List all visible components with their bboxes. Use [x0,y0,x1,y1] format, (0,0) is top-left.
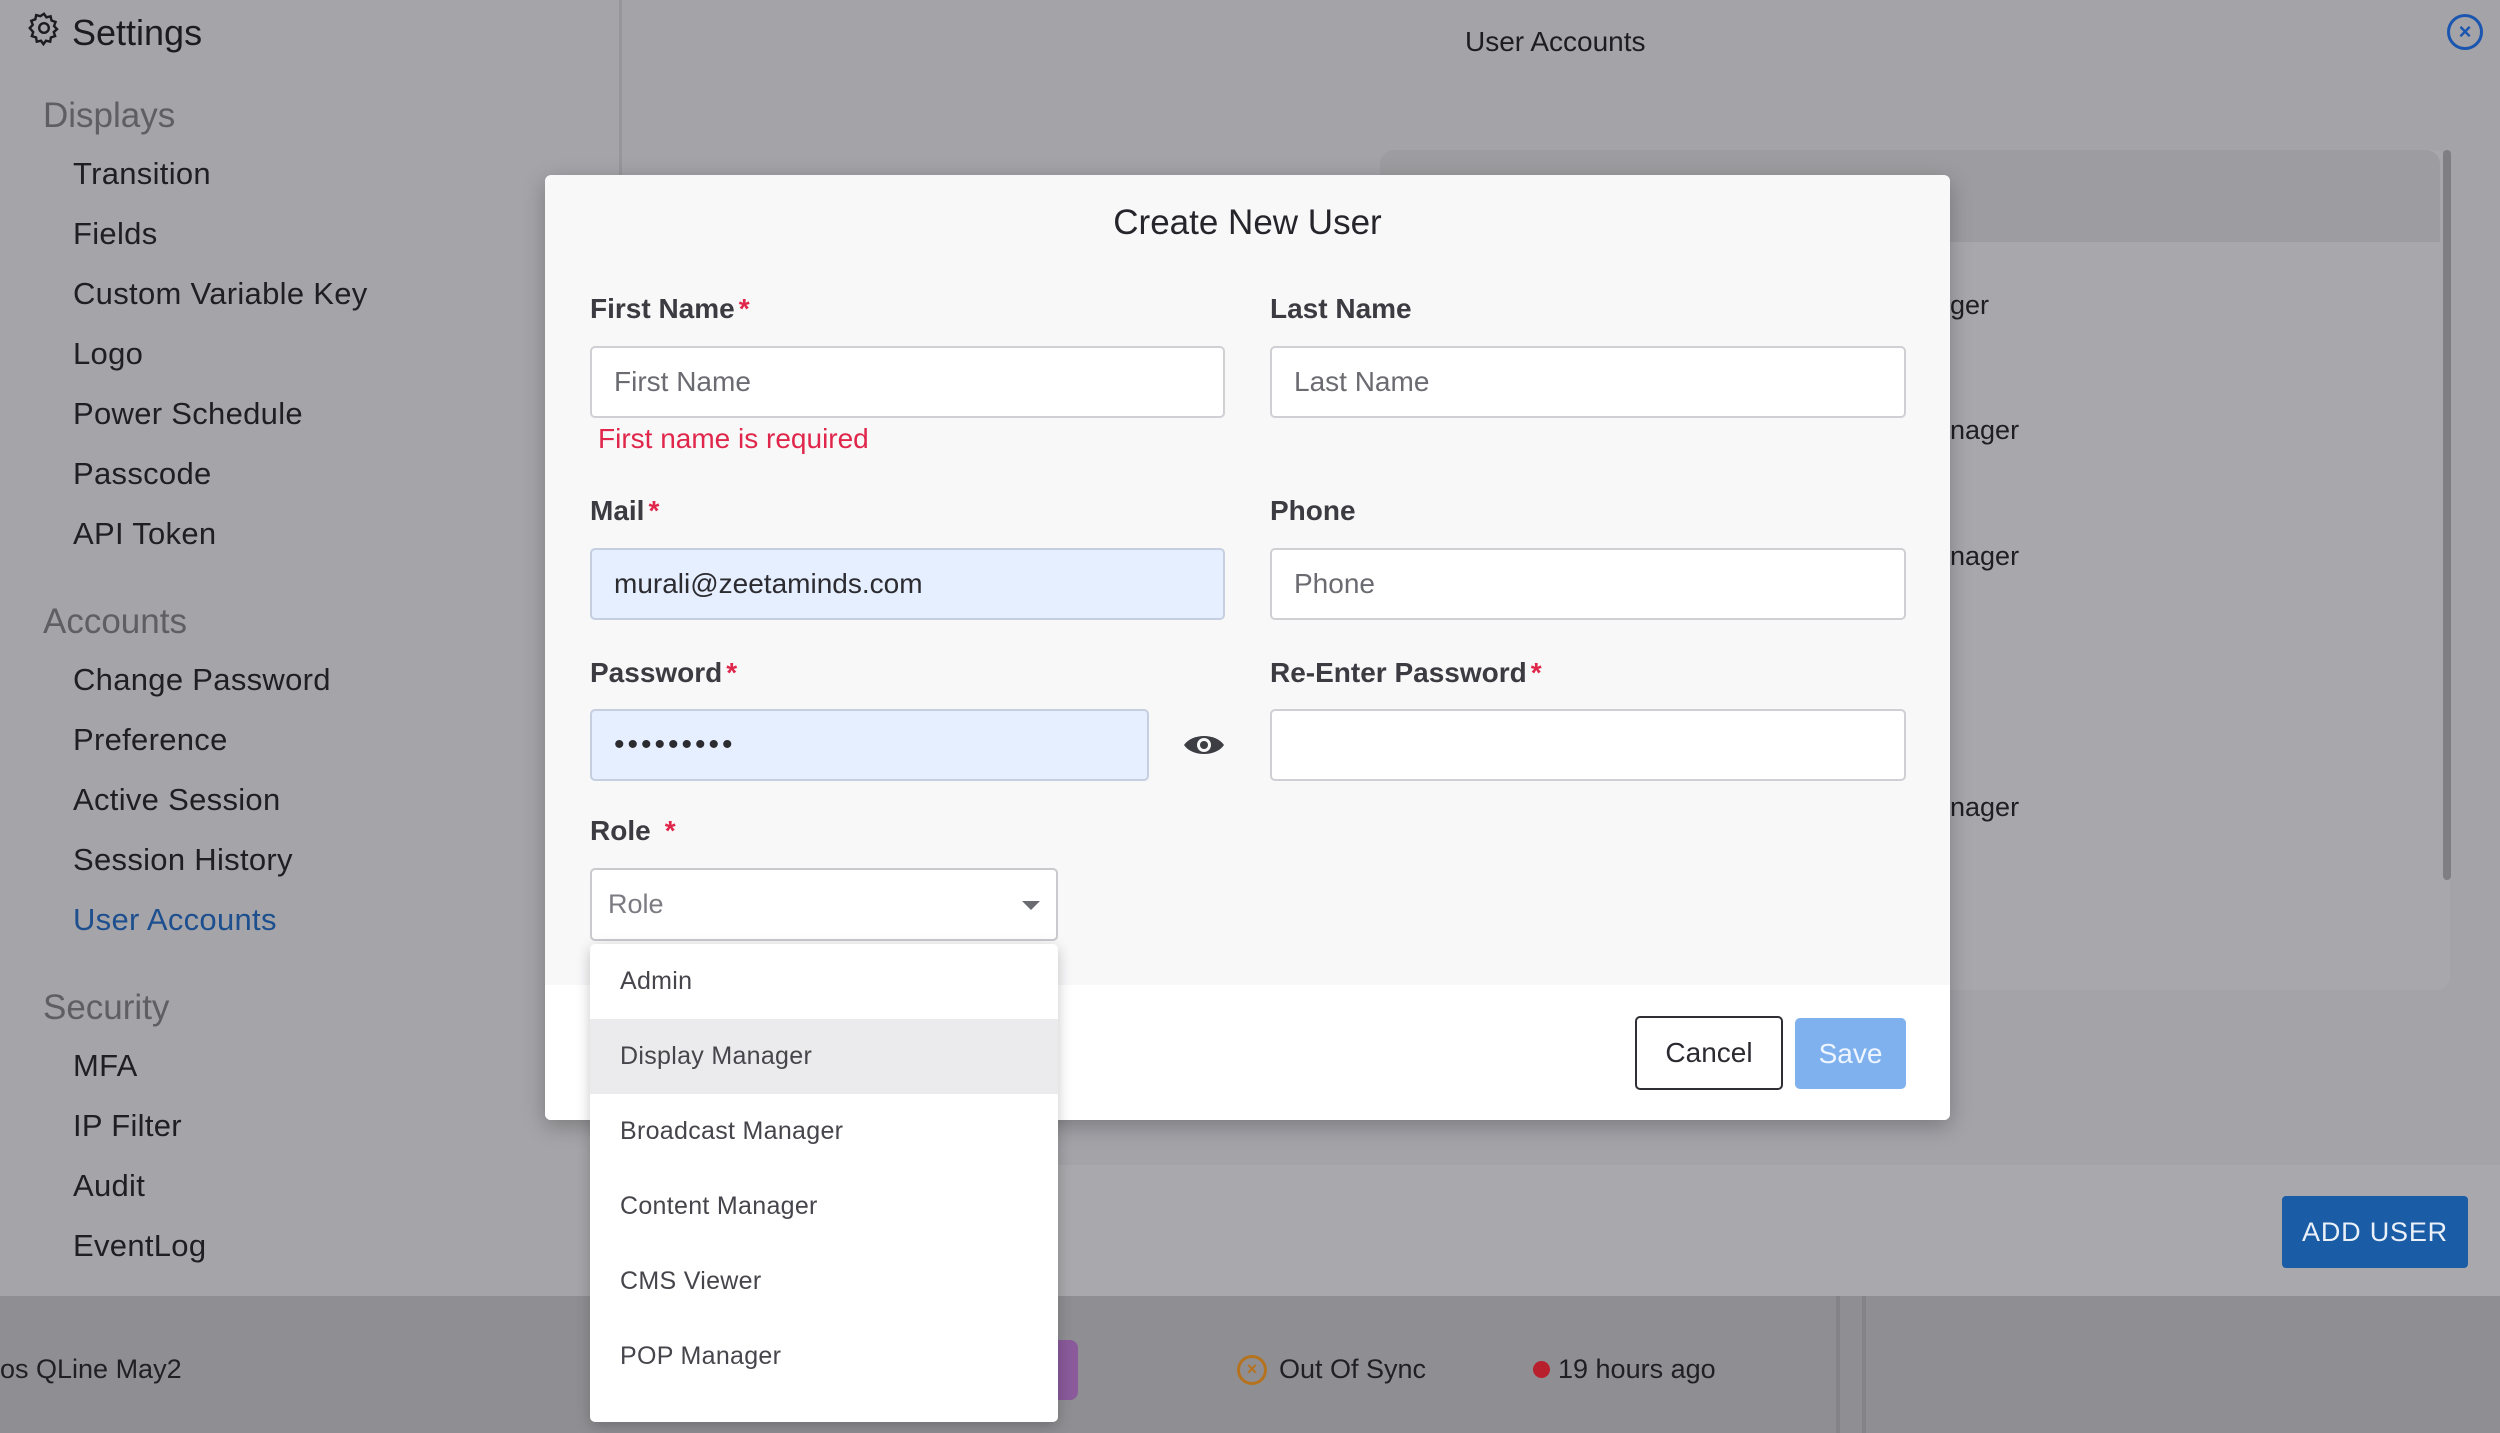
sidebar-item-preference[interactable]: Preference [73,722,228,758]
user-role-cell: ger [1950,290,1990,320]
sidebar-item-fields[interactable]: Fields [73,216,158,252]
reenter-password-input[interactable] [1270,709,1906,781]
sidebar-item-transition[interactable]: Transition [73,156,211,192]
background-device-name: os QLine May2 [0,1354,182,1384]
sidebar-item-session-history[interactable]: Session History [73,842,293,878]
sidebar-item-api-token[interactable]: API Token [73,516,216,552]
role-option-pop-manager[interactable]: POP Manager [590,1319,1058,1394]
mail-input[interactable]: murali@zeetaminds.com [590,548,1225,620]
reenter-password-label: Re-Enter Password * [1270,657,1542,689]
password-input[interactable]: ••••••••• [590,709,1149,781]
sidebar-item-custom-variable-key[interactable]: Custom Variable Key [73,276,368,312]
page-title: User Accounts [1465,26,1646,57]
role-option-content-manager[interactable]: Content Manager [590,1169,1058,1244]
user-role-cell: nager [1950,792,2020,822]
settings-sidebar: Settings Displays Transition Fields Cust… [0,0,622,1296]
section-displays: Displays [43,96,176,135]
settings-title: Settings [72,11,203,53]
sidebar-item-audit[interactable]: Audit [73,1168,145,1204]
last-seen-label: 19 hours ago [1558,1354,1716,1384]
role-label-text: Role [590,815,651,846]
first-name-input[interactable]: First Name [590,346,1225,418]
mail-label-text: Mail [590,495,645,526]
first-name-label: First Name * [590,293,750,325]
add-user-button[interactable]: ADD USER [2282,1196,2468,1268]
sidebar-item-power-schedule[interactable]: Power Schedule [73,396,303,432]
required-mark: * [664,815,676,846]
role-dropdown-menu: Admin Display Manager Broadcast Manager … [590,944,1058,1422]
role-select[interactable]: Role [590,868,1058,941]
password-label: Password * [590,657,737,689]
phone-input[interactable]: Phone [1270,548,1906,620]
chevron-down-icon [1022,901,1040,910]
required-mark: * [726,657,738,688]
required-mark: * [648,495,660,526]
out-of-sync-icon: × [1237,1354,1267,1385]
user-role-cell: nager [1950,415,2020,445]
sync-status-label: Out Of Sync [1279,1354,1427,1384]
role-option-broadcast-manager[interactable]: Broadcast Manager [590,1094,1058,1169]
first-name-label-text: First Name [590,293,735,324]
role-select-value: Role [608,889,664,919]
dialog-title: Create New User [1113,203,1382,242]
background-column-divider [1836,1296,1840,1433]
sidebar-item-mfa[interactable]: MFA [73,1048,138,1084]
required-mark: * [738,293,750,324]
cancel-button[interactable]: Cancel [1635,1016,1783,1090]
background-last-seen: 19 hours ago [1533,1354,1716,1385]
user-list-scrollbar[interactable] [2443,150,2451,880]
sidebar-item-ip-filter[interactable]: IP Filter [73,1108,182,1144]
section-security: Security [43,988,170,1027]
phone-label: Phone [1270,495,1356,526]
sidebar-item-user-accounts[interactable]: User Accounts [73,902,277,938]
background-sync-status: × Out Of Sync [1237,1354,1426,1385]
role-option-admin[interactable]: Admin [590,944,1058,1019]
background-column-divider [1862,1296,1866,1433]
sidebar-item-eventlog[interactable]: EventLog [73,1228,206,1264]
offline-dot-icon [1533,1361,1550,1378]
role-option-display-manager[interactable]: Display Manager [590,1019,1058,1094]
sidebar-item-active-session[interactable]: Active Session [73,782,281,818]
last-name-input[interactable]: Last Name [1270,346,1906,418]
close-icon[interactable]: × [2447,14,2483,50]
sidebar-item-change-password[interactable]: Change Password [73,662,331,698]
role-label: Role * [590,815,676,847]
role-option-cms-viewer[interactable]: CMS Viewer [590,1244,1058,1319]
section-accounts: Accounts [43,602,187,641]
required-mark: * [1530,657,1542,688]
settings-header: Settings [26,10,202,55]
save-button[interactable]: Save [1795,1018,1906,1089]
sidebar-item-passcode[interactable]: Passcode [73,456,212,492]
reenter-password-label-text: Re-Enter Password [1270,657,1527,688]
mail-label: Mail * [590,495,659,527]
user-role-cell: nager [1950,541,2020,571]
first-name-error: First name is required [598,423,869,454]
show-password-icon[interactable] [1182,731,1226,759]
gear-icon [26,10,62,55]
password-label-text: Password [590,657,723,688]
last-name-label: Last Name [1270,293,1412,324]
sidebar-item-logo[interactable]: Logo [73,336,143,372]
